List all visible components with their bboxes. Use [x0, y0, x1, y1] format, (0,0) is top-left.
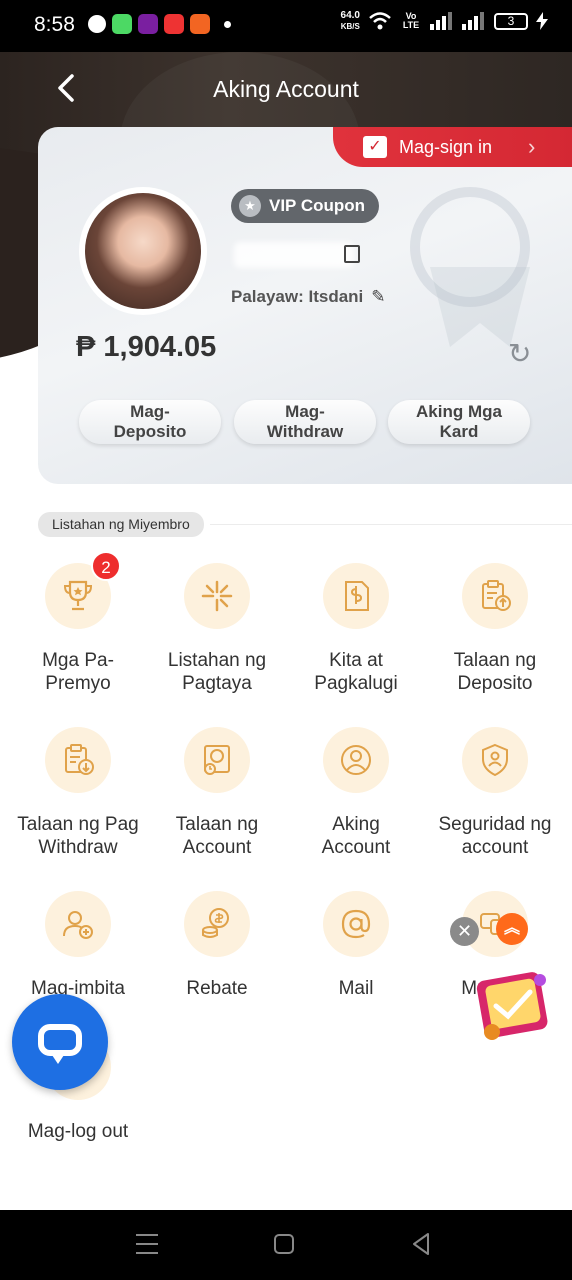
menu-label-profit-loss: Kita at Pagkalugi [314, 650, 398, 694]
charging-icon [536, 12, 548, 30]
facebook-icon [88, 15, 106, 33]
menu-label-rebate: Rebate [186, 978, 248, 999]
my-cards-button-label: Aking Mga Kard [416, 402, 502, 441]
clipboard-download-icon [45, 727, 111, 793]
vip-coupon-badge[interactable]: ★ VIP Coupon [231, 189, 380, 223]
sparkle-star-icon [184, 563, 250, 629]
menu-label-deposit-records: Talaan ng Deposito [453, 650, 537, 694]
home-icon[interactable] [274, 1234, 294, 1254]
username-blurred [234, 242, 354, 268]
withdraw-button[interactable]: Mag-Withdraw [234, 400, 376, 444]
nickname-label: Palayaw: Itsdani [231, 287, 364, 306]
menu-label-bet-list: Listahan ng Pagtaya [167, 650, 267, 694]
add-user-icon [45, 891, 111, 957]
net-speed: 64.0 KB/S [341, 10, 360, 32]
status-app-icons [88, 14, 231, 34]
status-right: 64.0 KB/S Vo LTE 3 [341, 10, 548, 32]
menu-item-deposit-records[interactable]: Talaan ng Deposito [425, 563, 565, 695]
wallet-balance: ₱ 1,904.05 [76, 331, 217, 363]
avatar-photo [85, 193, 201, 309]
my-cards-button[interactable]: Aking Mga Kard [388, 400, 530, 444]
document-dollar-icon [323, 563, 389, 629]
menu-label-rewards: Mga Pa-Premyo [42, 650, 114, 694]
status-bar: 8:58 64.0 KB/S Vo LTE 3 [0, 0, 572, 52]
signal-icon [430, 12, 452, 30]
close-promo-icon[interactable]: ✕ [450, 917, 479, 946]
menu-item-account-security[interactable]: Seguridad ng account [425, 727, 565, 859]
scroll-up-icon[interactable]: ︽ [496, 913, 528, 945]
messages-icon [112, 14, 132, 34]
system-nav-bar [0, 1210, 572, 1280]
shield-user-icon [462, 727, 528, 793]
notification-badge: 2 [91, 551, 121, 581]
back-triangle-icon[interactable] [410, 1232, 432, 1256]
menu-item-mail[interactable]: Mail [286, 891, 426, 1000]
menu-label-logout: Mag-log out [27, 1121, 129, 1142]
net-speed-unit: KB/S [340, 22, 360, 31]
menu-item-withdraw-records[interactable]: Talaan ng Pag Withdraw [8, 727, 148, 859]
promo-gift-icon[interactable] [470, 962, 554, 1046]
account-header: Aking Account ✓ Mag-sign in › ★ VIP Coup… [0, 52, 572, 522]
sign-in-label: Mag-sign in [399, 136, 493, 157]
signal-2-icon [462, 12, 484, 30]
menu-item-rebate[interactable]: Rebate [147, 891, 287, 1000]
recent-apps-icon[interactable] [136, 1234, 158, 1254]
sign-in-button[interactable]: ✓ Mag-sign in › [333, 127, 572, 167]
menu-item-invite[interactable]: Mag-imbita [8, 891, 148, 1000]
notification-dot-icon [224, 20, 231, 28]
vip-medal-icon: ★ [239, 195, 261, 217]
menu-item-account-records[interactable]: Talaan ng Account [147, 727, 287, 859]
avatar[interactable] [79, 187, 207, 315]
menu-item-bet-list[interactable]: Listahan ng Pagtaya [147, 563, 287, 695]
status-time: 8:58 [34, 13, 75, 36]
game-app-icon [138, 14, 158, 34]
account-card: ✓ Mag-sign in › ★ VIP Coupon Palayaw: It… [38, 127, 572, 484]
menu-label-mail: Mail [338, 978, 374, 999]
section-divider [210, 524, 572, 525]
user-circle-icon [323, 727, 389, 793]
menu-label-withdraw-records: Talaan ng Pag Withdraw [17, 814, 139, 858]
card-watermark-ribbon [430, 267, 530, 347]
coins-icon [184, 891, 250, 957]
withdraw-button-label: Mag-Withdraw [266, 402, 344, 441]
live-chat-button[interactable] [12, 994, 108, 1090]
battery-icon: 3 [494, 12, 528, 30]
vip-coupon-label: VIP Coupon [269, 196, 366, 215]
play-app-icon [190, 14, 210, 34]
wifi-icon [369, 12, 391, 30]
page-title: Aking Account [213, 76, 359, 102]
account-report-icon [184, 727, 250, 793]
member-list-label: Listahan ng Miyembro [38, 512, 204, 537]
clipboard-upload-icon [462, 563, 528, 629]
casino-app-icon [164, 14, 184, 34]
edit-pencil-icon[interactable]: ✎ [371, 287, 385, 307]
deposit-button-label: Mag-Deposito [113, 402, 187, 441]
chat-icon-tail [50, 1052, 66, 1064]
trophy-icon: 2 [45, 551, 121, 629]
menu-label-account-security: Seguridad ng account [438, 814, 552, 858]
menu-item-rewards[interactable]: 2 Mga Pa-Premyo [8, 551, 148, 695]
menu-label-account-records: Talaan ng Account [175, 814, 259, 858]
menu-label-my-account: Aking Account [321, 814, 391, 858]
net-speed-value: 64.0 [340, 10, 360, 21]
deposit-button[interactable]: Mag-Deposito [79, 400, 221, 444]
menu-item-profit-loss[interactable]: Kita at Pagkalugi [286, 563, 426, 695]
chevron-right-icon: › [528, 134, 536, 159]
menu-item-my-account[interactable]: Aking Account [286, 727, 426, 859]
copy-icon[interactable] [344, 245, 360, 263]
refresh-icon[interactable]: ↻ [508, 337, 531, 370]
nickname[interactable]: Palayaw: Itsdani ✎ [231, 287, 386, 307]
calendar-check-icon: ✓ [363, 136, 387, 158]
volte-label: Vo LTE [402, 11, 420, 30]
at-sign-icon [323, 891, 389, 957]
